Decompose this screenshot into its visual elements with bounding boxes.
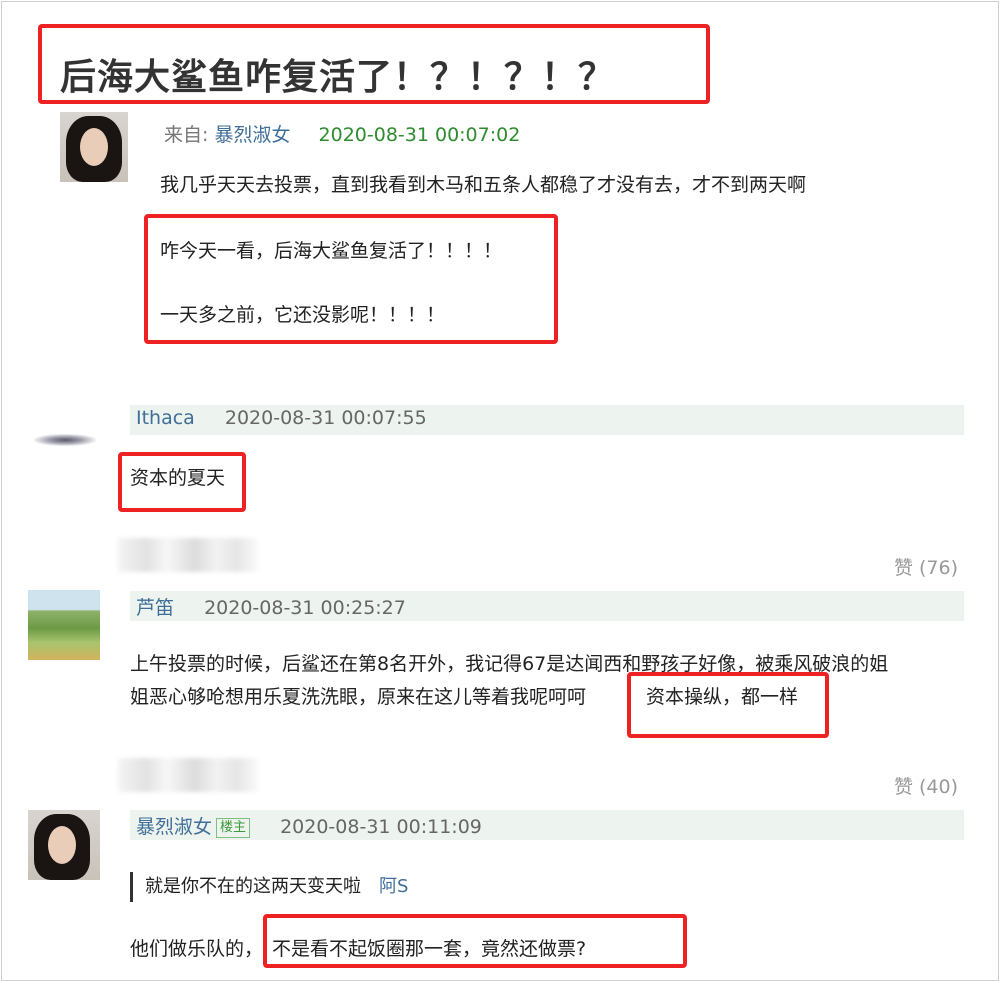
post-body-line-2: 咋今天一看，后海大鲨鱼复活了！！！！ [160,240,503,262]
author-avatar[interactable] [60,112,128,182]
comment-header: 芦笛 2020-08-31 00:25:27 [130,591,964,621]
reply-quote: 就是你不在的这两天变天啦 阿S [130,872,408,902]
comment-highlight-text: 不是看不起饭圈那一套，竟然还做票? [272,938,587,960]
quote-text: 就是你不在的这两天变天啦 [145,876,361,897]
comment-header: Ithaca 2020-08-31 00:07:55 [130,405,964,435]
quote-author-link[interactable]: 阿S [379,876,408,897]
like-button[interactable]: 赞 (40) [894,772,958,799]
comment-text-line-2: 姐恶心够呛想用乐夏洗洗眼，原来在这儿等着我呢呵呵 [130,686,587,708]
post-meta: 来自: 暴烈淑女 2020-08-31 00:07:02 [164,120,520,147]
op-badge: 楼主 [216,818,251,838]
post-body-line-1: 我几乎天天去投票，直到我看到木马和五条人都稳了才没有去，才不到两天啊 [160,174,807,196]
comment-timestamp: 2020-08-31 00:07:55 [224,407,427,429]
comment-timestamp: 2020-08-31 00:25:27 [204,597,406,619]
commenter-avatar[interactable] [28,590,100,660]
comment-author-link[interactable]: 芦笛 [136,597,174,619]
comment-header: 暴烈淑女 楼主 2020-08-31 00:11:09 [130,810,964,840]
post-author-link[interactable]: 暴烈淑女 [214,124,290,146]
post-timestamp: 2020-08-31 00:07:02 [318,124,521,146]
comment-timestamp: 2020-08-31 00:11:09 [280,816,482,838]
like-button[interactable]: 赞 (76) [894,553,958,580]
comment-text: 资本的夏天 [130,467,226,489]
comment-author-link[interactable]: Ithaca [136,407,195,429]
comment-author-link[interactable]: 暴烈淑女 [136,816,212,838]
commenter-avatar[interactable] [28,810,100,880]
blurred-reply-area [118,758,258,792]
comment-highlight-text: 资本操纵，都一样 [646,686,799,708]
post-title: 后海大鲨鱼咋复活了！？！？！？ [60,57,616,98]
from-label: 来自: [164,124,209,146]
commenter-avatar[interactable] [28,404,100,476]
blurred-reply-area [118,538,258,572]
post-body-line-3: 一天多之前，它还没影呢！！！！ [160,304,446,326]
comment-text-prefix: 他们做乐队的， [130,938,264,960]
